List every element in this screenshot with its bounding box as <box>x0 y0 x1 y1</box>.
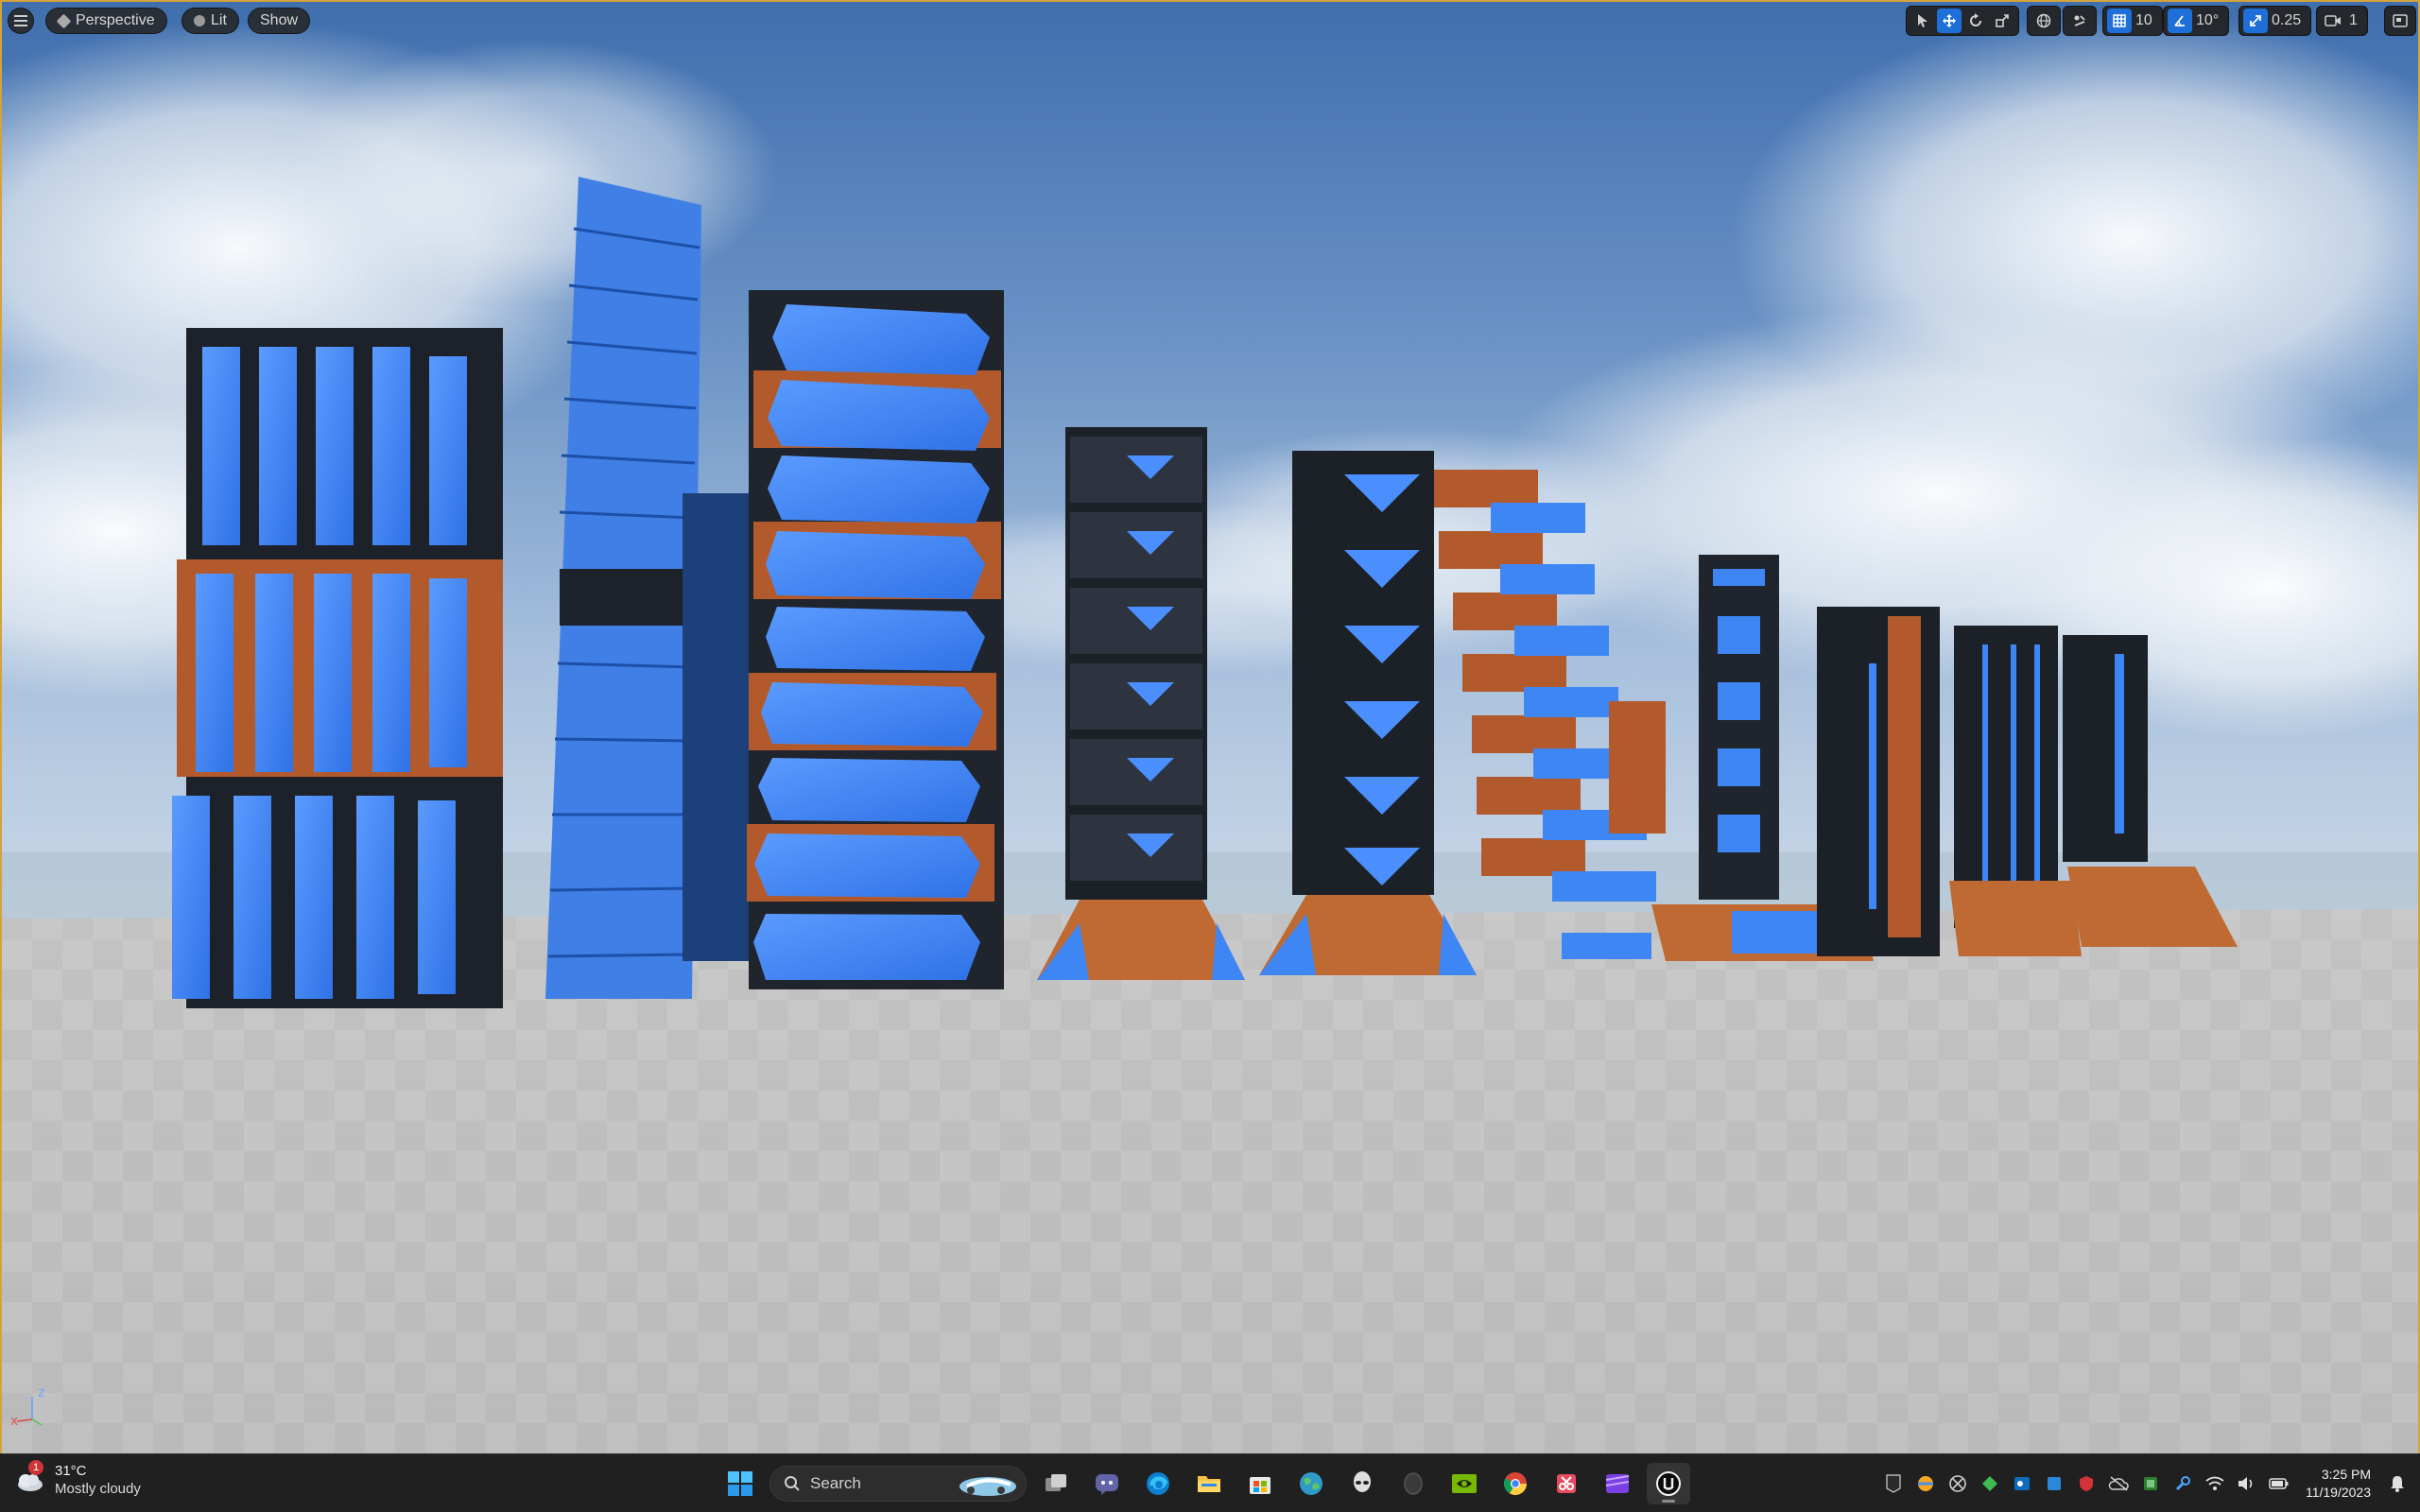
clock-date: 11/19/2023 <box>2305 1485 2371 1500</box>
windows-logo-icon <box>728 1471 752 1496</box>
grid-snap-group[interactable]: 10 <box>2102 6 2163 36</box>
maximize-viewport-button[interactable] <box>2384 6 2416 36</box>
file-explorer-app[interactable] <box>1187 1463 1231 1504</box>
globe-icon <box>2031 9 2056 33</box>
camera-icon <box>2321 9 2345 33</box>
cursor-arrow-icon <box>1918 14 1927 27</box>
scene-render <box>2 2 2418 1453</box>
show-dropdown[interactable]: Show <box>248 8 311 34</box>
rotate-tool-button[interactable] <box>1963 9 1988 33</box>
rotation-snap-group[interactable]: 10° <box>2163 6 2230 36</box>
weather-widget[interactable]: 1 31°C Mostly cloudy <box>13 1460 141 1498</box>
taskbar-clock[interactable]: 3:25 PM 11/19/2023 <box>2300 1466 2377 1502</box>
task-view-button[interactable] <box>1034 1463 1078 1504</box>
chrome-icon <box>1503 1472 1527 1496</box>
app-ball-icon[interactable] <box>1914 1472 1937 1495</box>
surface-snap-button[interactable] <box>2063 6 2097 36</box>
wrench-icon[interactable] <box>2171 1472 2194 1495</box>
axis-z-label: z <box>38 1385 45 1400</box>
clipchamp-app[interactable] <box>1596 1463 1639 1504</box>
taskbar-search-box[interactable]: Search <box>769 1466 1027 1502</box>
volume-icon[interactable] <box>2236 1472 2258 1495</box>
notification-bell-icon[interactable] <box>2386 1472 2409 1495</box>
select-tool-button[interactable] <box>1910 9 1935 33</box>
rotate-icon <box>1970 13 1981 26</box>
start-button[interactable] <box>718 1463 762 1504</box>
edge-icon <box>1147 1472 1169 1495</box>
lighting-mode-label: Lit <box>211 12 227 28</box>
dark-oval-icon <box>1404 1472 1423 1495</box>
coordinate-system-button[interactable] <box>2027 6 2061 36</box>
lit-sphere-icon <box>194 15 205 26</box>
scale-snap-icon <box>2243 9 2268 33</box>
level-viewport[interactable]: Perspective Lit Show 10 10° 0.25 1 z x <box>0 0 2420 1453</box>
transform-tools-group <box>1906 6 2019 36</box>
grid-snap-value: 10 <box>2135 12 2152 28</box>
weather-condition: Mostly cloudy <box>55 1481 141 1497</box>
app-green-icon[interactable] <box>1979 1472 2001 1495</box>
microsoft-store-app[interactable] <box>1238 1463 1282 1504</box>
onedrive-cloud-icon[interactable] <box>2107 1472 2130 1495</box>
nvidia-app[interactable] <box>1443 1463 1486 1504</box>
view-mode-dropdown[interactable]: Perspective <box>45 8 167 34</box>
edge-browser-app[interactable] <box>1136 1463 1180 1504</box>
battery-icon[interactable] <box>2268 1472 2290 1495</box>
weather-badge: 1 <box>28 1460 43 1475</box>
clipchamp-icon <box>1605 1474 1630 1493</box>
camera-speed-group[interactable]: 1 <box>2316 6 2368 36</box>
search-highlight-image <box>959 1477 1016 1496</box>
nvidia-icon <box>1452 1474 1477 1493</box>
alien-head-icon <box>1354 1471 1371 1492</box>
clock-time: 3:25 PM <box>2321 1467 2371 1482</box>
scale-tool-button[interactable] <box>1990 9 2014 33</box>
shield-icon[interactable] <box>2075 1472 2098 1495</box>
show-label: Show <box>260 12 299 28</box>
weather-cloud-icon: 1 <box>13 1460 45 1496</box>
search-placeholder: Search <box>810 1474 861 1492</box>
hamburger-icon <box>14 15 27 26</box>
scale-snap-value: 0.25 <box>2272 12 2302 28</box>
surface-snap-icon <box>2067 9 2092 33</box>
unreal-engine-app[interactable] <box>1647 1463 1690 1504</box>
folder-icon <box>1198 1476 1220 1492</box>
rotation-snap-value: 10° <box>2196 12 2220 28</box>
app-green-square-icon[interactable] <box>2139 1472 2162 1495</box>
earth-globe-icon <box>1300 1472 1322 1495</box>
wifi-icon[interactable] <box>2204 1472 2226 1495</box>
system-tray: 3:25 PM 11/19/2023 <box>1882 1454 2420 1512</box>
outlook-icon[interactable] <box>2011 1472 2033 1495</box>
lighting-mode-dropdown[interactable]: Lit <box>182 8 239 34</box>
move-tool-button[interactable] <box>1937 9 1962 33</box>
chrome-app[interactable] <box>1494 1463 1537 1504</box>
task-view-icon <box>1046 1474 1066 1491</box>
teams-chat-app[interactable] <box>1085 1463 1129 1504</box>
xbox-icon[interactable] <box>1946 1472 1969 1495</box>
viewport-menu-button[interactable] <box>8 8 34 34</box>
unreal-engine-icon <box>1656 1471 1681 1496</box>
dark-app[interactable] <box>1392 1463 1435 1504</box>
axis-x-label: x <box>10 1414 19 1429</box>
move-arrows-icon <box>1943 14 1956 27</box>
grid-snap-icon <box>2107 9 2132 33</box>
alienware-app[interactable] <box>1340 1463 1384 1504</box>
angle-snap-icon <box>2168 9 2192 33</box>
camera-speed-value: 1 <box>2349 12 2358 28</box>
maximize-icon <box>2393 14 2408 27</box>
weather-temperature: 31°C <box>55 1463 87 1479</box>
taskbar-apps: Search <box>718 1463 1690 1504</box>
windows-taskbar: 1 31°C Mostly cloudy Search 3:25 PM 11/1… <box>0 1453 2420 1512</box>
app-blue-square-icon[interactable] <box>2043 1472 2066 1495</box>
perspective-cube-icon <box>56 13 72 28</box>
store-icon <box>1250 1477 1270 1494</box>
scale-icon <box>1996 14 2009 27</box>
epic-games-icon[interactable] <box>1882 1472 1905 1495</box>
snipping-tool-icon <box>1557 1474 1576 1493</box>
globe-browser-app[interactable] <box>1289 1463 1333 1504</box>
teams-chat-icon <box>1096 1474 1118 1495</box>
snipping-tool-app[interactable] <box>1545 1463 1588 1504</box>
search-icon <box>785 1476 800 1491</box>
scale-snap-group[interactable]: 0.25 <box>2238 6 2312 36</box>
view-mode-label: Perspective <box>76 12 155 28</box>
